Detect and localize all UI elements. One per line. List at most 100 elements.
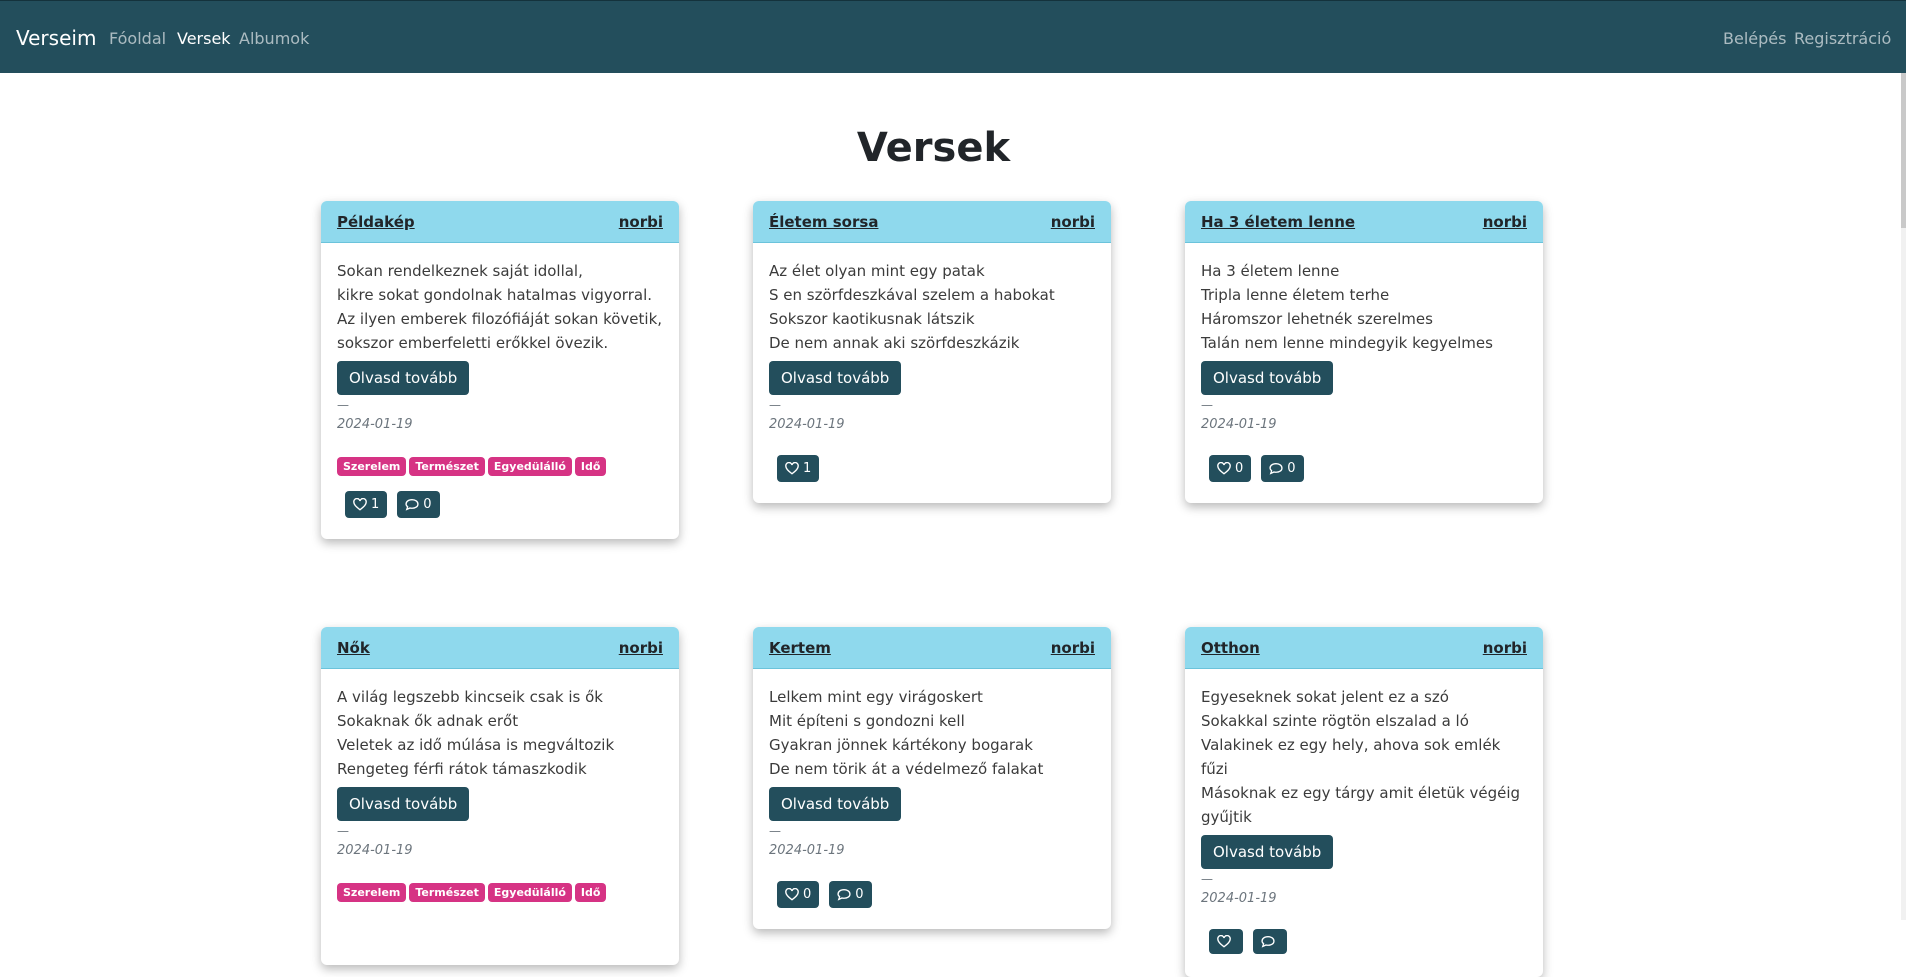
nav-link-register[interactable]: Regisztráció	[1794, 29, 1891, 48]
card-actions: 00	[769, 881, 1095, 913]
author-link[interactable]: norbi	[1483, 213, 1527, 231]
like-count: 1	[371, 497, 380, 512]
poem-line: Az élet olyan mint egy patak	[769, 262, 985, 280]
poem-date: 2024-01-19	[1201, 417, 1277, 432]
comment-icon	[1269, 462, 1283, 475]
like-button[interactable]: 1	[345, 491, 388, 518]
comment-button[interactable]: 0	[829, 881, 872, 908]
card-header: Otthon norbi	[1185, 627, 1543, 669]
tag-badge[interactable]: Idő	[574, 883, 607, 902]
poem-card: Kertem norbi Lelkem mint egy virágoskert…	[753, 627, 1111, 929]
card-header: Életem sorsa norbi	[753, 201, 1111, 243]
read-more-button[interactable]: Olvasd tovább	[1201, 835, 1334, 869]
card-body: Az élet olyan mint egy patak S en szörfde…	[753, 243, 1111, 503]
card-actions: 10	[337, 491, 663, 523]
scrollbar-thumb[interactable]	[1901, 73, 1906, 228]
card-actions: 00	[1201, 455, 1527, 487]
poem-line: Sokakkal szinte rögtön elszalad a ló	[1201, 712, 1469, 730]
author-link[interactable]: norbi	[1483, 639, 1527, 657]
brand-link[interactable]: Verseim	[16, 26, 96, 50]
poem-line: Valakinek ez egy hely, ahova sok emlék f…	[1201, 736, 1501, 778]
comment-icon	[837, 888, 851, 901]
poem-line: kikre sokat gondolnak hatalmas vigyorral…	[337, 286, 652, 304]
poem-title-link[interactable]: Ha 3 életem lenne	[1201, 213, 1355, 231]
like-button[interactable]: 0	[1209, 455, 1252, 482]
card-actions: 1	[769, 455, 1095, 487]
author-link[interactable]: norbi	[1051, 639, 1095, 657]
card-header: Ha 3 életem lenne norbi	[1185, 201, 1543, 243]
tag-list: Szerelem Természet Egyedülálló Idő	[337, 455, 663, 476]
card-actions	[337, 917, 663, 949]
author-link[interactable]: norbi	[1051, 213, 1095, 231]
like-button[interactable]: 1	[777, 455, 820, 482]
heart-icon	[1217, 462, 1231, 475]
poem-line: gyűjtik	[1201, 808, 1252, 826]
poem-line: A világ legszebb kincseik csak is ők	[337, 688, 603, 706]
poem-date: 2024-01-19	[769, 417, 845, 432]
divider-dash: —	[769, 824, 781, 838]
poem-title-link[interactable]: Életem sorsa	[769, 213, 878, 231]
comment-button[interactable]: 0	[397, 491, 440, 518]
heart-icon	[785, 462, 799, 475]
like-count: 0	[1235, 461, 1244, 476]
poem-title-link[interactable]: Példakép	[337, 213, 415, 231]
poem-line: Sokan rendelkeznek saját idollal,	[337, 262, 583, 280]
poem-card: Nők norbi A világ legszebb kincseik csak…	[321, 627, 679, 965]
poem-line: Másoknak ez egy tárgy amit életük végéig	[1201, 784, 1521, 802]
divider-dash: —	[1201, 398, 1213, 412]
comment-count: 0	[855, 887, 864, 902]
poem-title-link[interactable]: Nők	[337, 639, 370, 657]
divider-dash: —	[1201, 872, 1213, 886]
nav-link-albums[interactable]: Albumok	[239, 29, 309, 48]
poem-line: Ha 3 életem lenne	[1201, 262, 1340, 280]
poem-line: S en szörfdeszkával szelem a habokat	[769, 286, 1055, 304]
read-more-button[interactable]: Olvasd tovább	[769, 361, 902, 395]
read-more-button[interactable]: Olvasd tovább	[337, 361, 470, 395]
read-more-button[interactable]: Olvasd tovább	[1201, 361, 1334, 395]
like-button[interactable]: 0	[777, 881, 820, 908]
page-title: Versek	[856, 125, 1011, 171]
tag-badge[interactable]: Idő	[574, 457, 607, 476]
comment-button[interactable]: 0	[1261, 455, 1304, 482]
poem-line: De nem annak aki szörfdeszkázik	[769, 334, 1020, 352]
poem-date: 2024-01-19	[769, 843, 845, 858]
poem-line: Sokszor kaotikusnak látszik	[769, 310, 975, 328]
tag-badge[interactable]: Egyedülálló	[487, 883, 572, 902]
poem-date: 2024-01-19	[337, 417, 413, 432]
poem-title-link[interactable]: Otthon	[1201, 639, 1260, 657]
poem-line: Az ilyen emberek filozófiáját sokan köve…	[337, 310, 663, 328]
nav-link-login[interactable]: Belépés	[1723, 29, 1786, 48]
poem-line: Lelkem mint egy virágoskert	[769, 688, 983, 706]
navbar: Verseim Fóoldal Versek Albumok Belépés R…	[0, 0, 1906, 73]
card-body: Sokan rendelkeznek saját idollal, kikre s…	[321, 243, 679, 539]
poem-line: Mit építeni s gondozni kell	[769, 712, 965, 730]
card-body: Lelkem mint egy virágoskert Mit építeni s…	[753, 669, 1111, 929]
poem-card: Ha 3 életem lenne norbi Ha 3 életem lenn…	[1185, 201, 1543, 503]
nav-link-poems[interactable]: Versek	[177, 29, 231, 48]
card-body: A világ legszebb kincseik csak is ők Soka…	[321, 669, 679, 965]
read-more-button[interactable]: Olvasd tovább	[769, 787, 902, 821]
tag-badge[interactable]: Természet	[409, 883, 485, 902]
poem-date: 2024-01-19	[337, 843, 413, 858]
poem-line: Veletek az idő múlása is megváltozik	[337, 736, 615, 754]
divider-dash: —	[337, 398, 349, 412]
poem-title-link[interactable]: Kertem	[769, 639, 831, 657]
divider-dash: —	[769, 398, 781, 412]
tag-badge[interactable]: Természet	[409, 457, 485, 476]
comment-button[interactable]	[1253, 929, 1287, 954]
poem-line: De nem törik át a védelmező falakat	[769, 760, 1044, 778]
author-link[interactable]: norbi	[619, 639, 663, 657]
tag-badge[interactable]: Szerelem	[337, 883, 407, 902]
comment-icon	[1261, 935, 1275, 948]
author-link[interactable]: norbi	[619, 213, 663, 231]
like-button[interactable]	[1209, 929, 1243, 954]
tag-badge[interactable]: Szerelem	[337, 457, 407, 476]
tag-badge[interactable]: Egyedülálló	[487, 457, 572, 476]
read-more-button[interactable]: Olvasd tovább	[337, 787, 470, 821]
poem-date: 2024-01-19	[1201, 891, 1277, 906]
nav-link-home[interactable]: Fóoldal	[109, 29, 166, 48]
poem-card: Otthon norbi Egyeseknek sokat jelent ez …	[1185, 627, 1543, 977]
heart-icon	[1217, 935, 1231, 948]
tag-list: Szerelem Természet Egyedülálló Idő	[337, 881, 663, 902]
poem-line: Gyakran jönnek kártékony bogarak	[769, 736, 1033, 754]
